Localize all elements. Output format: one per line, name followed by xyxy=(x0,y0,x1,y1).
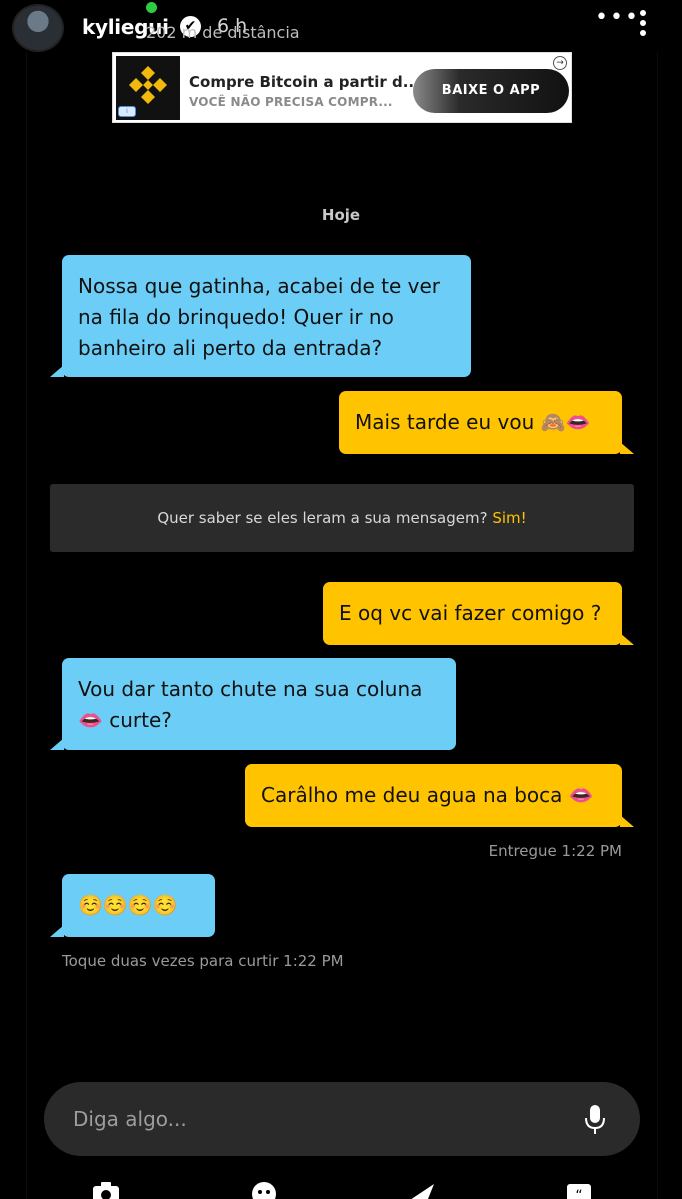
more-vertical-icon[interactable] xyxy=(636,10,650,38)
ad-cta-button[interactable]: BAIXE O APP xyxy=(413,69,569,113)
send-icon[interactable] xyxy=(408,1180,436,1199)
message-incoming[interactable]: Vou dar tanto chute na sua coluna 👄 curt… xyxy=(50,658,456,750)
delivered-status: Entregue 1:22 PM xyxy=(488,842,622,860)
read-receipt-question: Quer saber se eles leram a sua mensagem? xyxy=(157,509,488,527)
read-receipt-prompt: Quer saber se eles leram a sua mensagem?… xyxy=(50,484,634,552)
avatar[interactable] xyxy=(12,4,64,52)
more-horizontal-icon[interactable]: ••• xyxy=(595,7,640,29)
message-input[interactable] xyxy=(73,1082,573,1156)
message-composer xyxy=(44,1082,640,1156)
message-incoming[interactable]: ☺️☺️☺️☺️ xyxy=(50,874,215,937)
svg-text:“: “ xyxy=(575,1188,582,1199)
message-incoming[interactable]: Nossa que gatinha, acabei de te ver na f… xyxy=(50,255,471,377)
ad-choices-icon[interactable]: → xyxy=(553,56,567,70)
ad-title: Compre Bitcoin a partir d... xyxy=(189,73,420,91)
sticker-icon[interactable] xyxy=(250,1180,278,1199)
message-outgoing[interactable]: Carâlho me deu agua na boca 👄 xyxy=(245,764,634,827)
ad-banner[interactable]: i Compre Bitcoin a partir d... VOCÊ NÃO … xyxy=(112,52,572,123)
ad-info-icon: i xyxy=(118,106,136,117)
double-tap-hint: Toque duas vezes para curtir 1:22 PM xyxy=(62,952,344,970)
quote-icon[interactable]: “ xyxy=(565,1180,593,1199)
online-indicator xyxy=(146,2,157,13)
message-outgoing[interactable]: Mais tarde eu vou 🙈👄 xyxy=(339,391,634,454)
mic-icon[interactable] xyxy=(584,1104,606,1136)
binance-logo-icon: i xyxy=(116,56,180,120)
read-receipt-link[interactable]: Sim! xyxy=(492,509,526,527)
message-outgoing[interactable]: E oq vc vai fazer comigo ? xyxy=(323,582,634,645)
day-separator: Hoje xyxy=(321,206,361,224)
distance-label: 202 m de distância xyxy=(146,23,300,42)
camera-icon[interactable] xyxy=(92,1180,120,1199)
ad-subtitle: VOCÊ NÃO PRECISA COMPR... xyxy=(189,95,393,109)
